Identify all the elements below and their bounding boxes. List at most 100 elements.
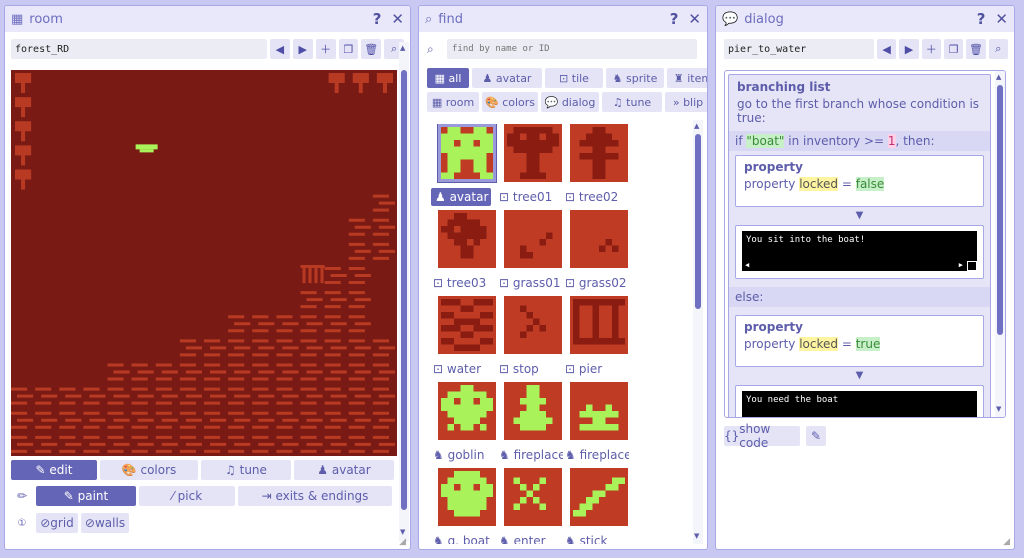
find-item-fireplace[interactable]: ♞ fireplace (563, 382, 629, 466)
find-item-enter[interactable]: ♞ enter (497, 468, 563, 544)
duplicate-icon[interactable]: ❐ (943, 39, 964, 59)
scroll-down-icon[interactable]: ▼ (400, 528, 405, 536)
tab-avatar[interactable]: ♟ avatar (294, 460, 394, 480)
palette-icon: 🎨 (121, 463, 141, 477)
room-panel: ▦ room ? ✕ forest_RD ◀ ▶ ＋ ❐ 🗑 ⌕ ▲ ▼ ✎ e… (4, 5, 411, 550)
find-item-tree02[interactable]: ⊡ tree02 (563, 124, 629, 208)
room-scrollbar[interactable]: ▲ ▼ (399, 42, 409, 542)
prev-dialog-button[interactable]: ◀ (876, 39, 897, 59)
find-item-tree01[interactable]: ⊡ tree01 (497, 124, 563, 208)
sprite-icon: ♟ (435, 190, 450, 204)
sprite-icon: ♞ (612, 71, 626, 85)
filter-colors[interactable]: 🎨 colors (482, 92, 538, 112)
find-item-stop[interactable]: ⊡ stop (497, 296, 563, 380)
scroll-up-icon[interactable]: ▲ (694, 122, 699, 130)
filter-dialog[interactable]: 💬 dialog (541, 92, 599, 112)
close-icon[interactable]: ✕ (391, 10, 404, 28)
help-icon[interactable]: ? (373, 10, 382, 28)
sprite-icon: ♞ (433, 448, 448, 462)
tool-pick[interactable]: ⁄ pick (139, 486, 235, 506)
paint-icon: ✎ (63, 489, 78, 503)
room-canvas[interactable] (11, 70, 397, 456)
branch-title: branching list (737, 80, 831, 94)
filter-item[interactable]: ♜ item (667, 68, 707, 88)
find-item-water[interactable]: ⊡ water (431, 296, 497, 380)
find-item-pier[interactable]: ⊡ pier (563, 296, 629, 380)
property-block-1[interactable]: property property locked = false (735, 155, 984, 207)
toggle-walls[interactable]: ⊘ walls (81, 513, 129, 533)
dialog-scroll-thumb[interactable] (997, 85, 1003, 335)
tab-colors[interactable]: 🎨 colors (100, 460, 198, 480)
close-icon[interactable]: ✕ (995, 10, 1008, 28)
text-block-1[interactable]: You sit into the boat! ◀ ▶ (735, 225, 984, 279)
avatar-icon: ♟ (482, 71, 496, 85)
sprite-icon: ♞ (565, 448, 580, 462)
scroll-up-icon[interactable]: ▲ (996, 73, 1001, 81)
filter-room[interactable]: ▦ room (427, 92, 479, 112)
filter-sprite[interactable]: ♞ sprite (606, 68, 664, 88)
search-input[interactable] (447, 39, 697, 59)
hatch-icon: ⊘ (40, 516, 51, 530)
scroll-down-icon[interactable]: ▼ (694, 532, 699, 540)
tab-edit[interactable]: ✎ edit (11, 460, 97, 480)
text-block-2[interactable]: You need the boat (735, 385, 984, 417)
scroll-up-icon[interactable]: ▲ (400, 44, 405, 52)
find-item-g-boat[interactable]: ♞ g. boat (431, 468, 497, 544)
tool-paint[interactable]: ✎ paint (36, 486, 136, 506)
find-item-tree03[interactable]: ⊡ tree03 (431, 210, 497, 294)
resize-grip[interactable]: ◢ (1003, 537, 1010, 547)
item-name-token[interactable]: "boat" (746, 134, 785, 148)
tile-icon: ⊡ (559, 71, 572, 85)
branching-list-block: branching list go to the first branch wh… (728, 74, 991, 417)
filter-blip[interactable]: » blip (665, 92, 707, 112)
count-token[interactable]: 1 (887, 134, 896, 148)
delete-icon[interactable]: 🗑 (966, 39, 986, 59)
blip-icon: » (672, 95, 684, 109)
find-item-fireplace[interactable]: ♞ fireplace (497, 382, 563, 466)
help-icon[interactable]: ? (670, 10, 679, 28)
filter-tile[interactable]: ⊡ tile (545, 68, 603, 88)
resize-grip[interactable]: ◢ (399, 537, 406, 547)
pencil-icon: ✎ (35, 463, 50, 477)
help-icon[interactable]: ? (977, 10, 986, 28)
room-name-field[interactable]: forest_RD (11, 39, 267, 59)
find-title: find (438, 11, 463, 27)
condition-row[interactable]: if "boat" in inventory >= 1, then: (729, 131, 990, 151)
tile-preview (570, 382, 628, 440)
add-dialog-button[interactable]: ＋ (921, 39, 941, 59)
toggle-grid[interactable]: ⊘ grid (36, 513, 78, 533)
tile-preview (504, 296, 562, 354)
find-item-goblin[interactable]: ♞ goblin (431, 382, 497, 466)
prev-room-button[interactable]: ◀ (269, 39, 290, 59)
find-icon[interactable]: ⌕ (988, 39, 1008, 59)
find-item-grass02[interactable]: ⊡ grass02 (563, 210, 629, 294)
duplicate-icon[interactable]: ❐ (338, 39, 359, 59)
next-room-button[interactable]: ▶ (292, 39, 313, 59)
edit-icon[interactable]: ✎ (806, 426, 826, 446)
dialog-icon: 💬 (544, 95, 562, 109)
show-code-button[interactable]: {} show code (724, 422, 800, 450)
scroll-down-icon[interactable]: ▼ (996, 405, 1001, 413)
find-item-avatar[interactable]: ♟ avatar (431, 124, 497, 208)
add-room-button[interactable]: ＋ (315, 39, 336, 59)
tool-exits[interactable]: ⇥ exits & endings (238, 486, 392, 506)
find-scrollbar[interactable]: ▲ ▼ (693, 120, 703, 544)
find-item-grass01[interactable]: ⊡ grass01 (497, 210, 563, 294)
play-right-icon: ▶ (958, 261, 963, 269)
delete-icon[interactable]: 🗑 (361, 39, 382, 59)
next-dialog-button[interactable]: ▶ (899, 39, 919, 59)
dialog-scrollbar[interactable]: ▲ ▼ (995, 71, 1005, 417)
property-block-2[interactable]: property property locked = true (735, 315, 984, 367)
close-icon[interactable]: ✕ (688, 10, 701, 28)
tab-tune[interactable]: ♫ tune (201, 460, 291, 480)
tile-icon: ⊡ (565, 362, 579, 376)
tile-preview (438, 296, 496, 354)
find-scroll-thumb[interactable] (695, 134, 701, 309)
dialog-name-field[interactable]: pier_to_water (724, 39, 874, 59)
layer-icon: ① (17, 517, 27, 529)
find-item-stick[interactable]: ♞ stick (563, 468, 629, 544)
filter-all[interactable]: ▦ all (427, 68, 469, 88)
room-scroll-thumb[interactable] (401, 70, 407, 510)
filter-avatar[interactable]: ♟ avatar (472, 68, 542, 88)
filter-tune[interactable]: ♫ tune (602, 92, 662, 112)
